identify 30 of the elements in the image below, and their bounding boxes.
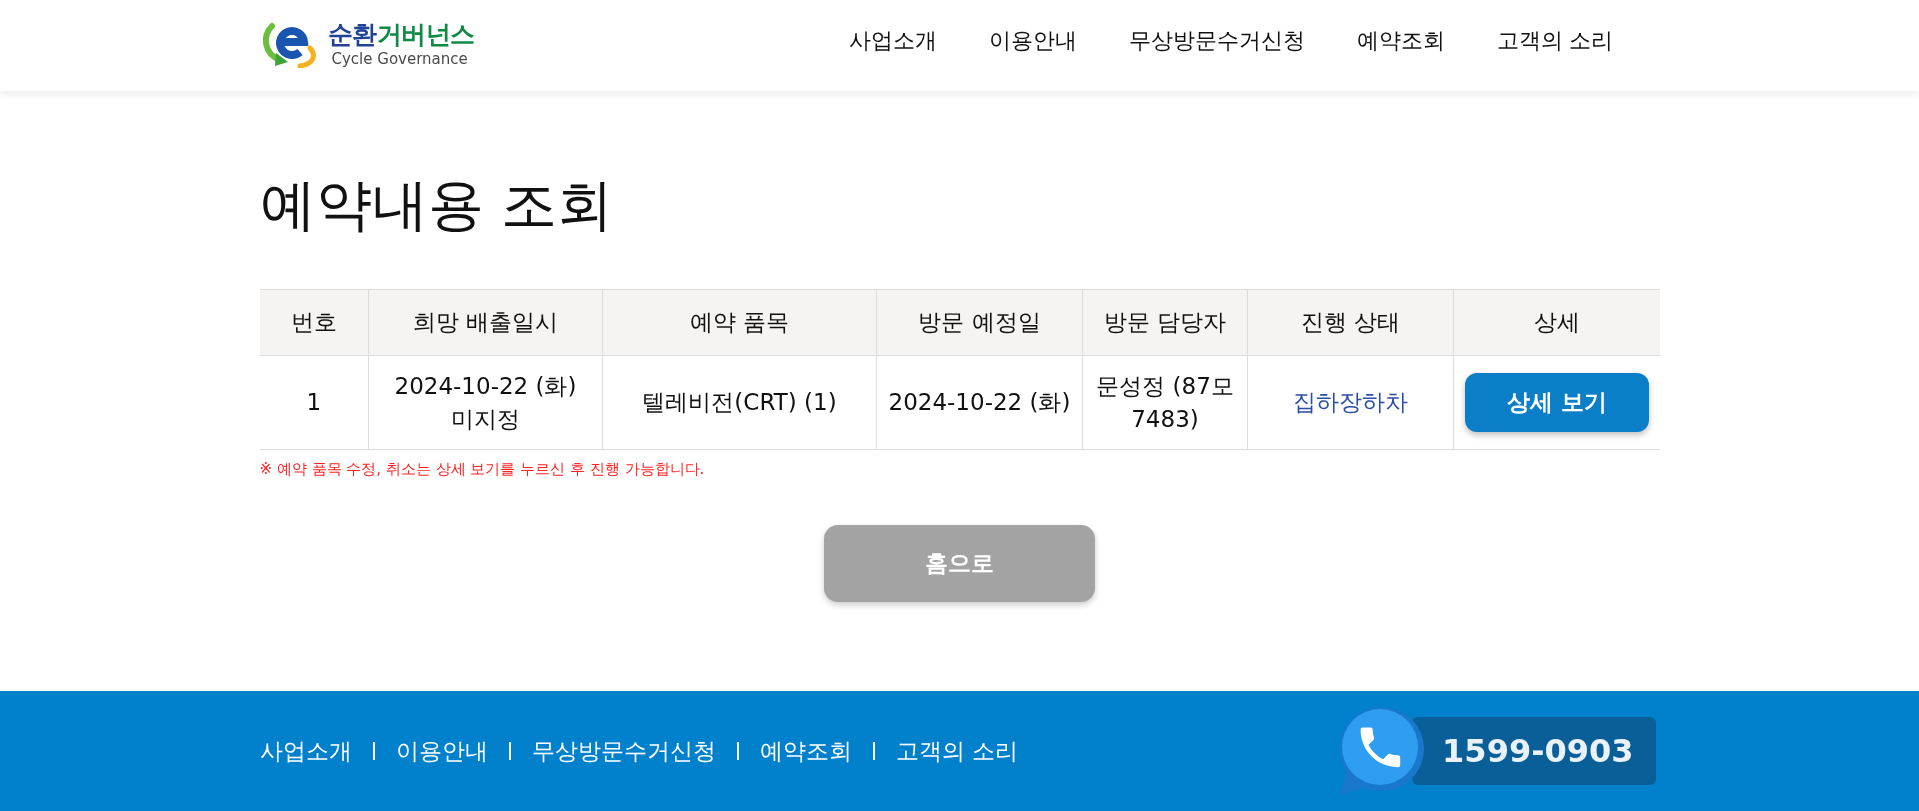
nav-link[interactable]: 고객의 소리 — [1496, 25, 1614, 56]
footer-link[interactable]: 사업소개 — [259, 735, 352, 767]
table-cell: 1 — [259, 355, 369, 450]
column-header: 상세 — [1453, 289, 1660, 356]
table-cell: 집하장하차 — [1247, 355, 1454, 450]
table-cell: 문성정 (87모 7483) — [1082, 355, 1248, 450]
logo-wordmark: 순환거버넌스 — [327, 19, 475, 50]
logo-subtitle: Cycle Governance — [331, 49, 469, 68]
page-title: 예약내용 조회 — [259, 171, 615, 238]
column-header: 번호 — [259, 289, 369, 356]
table-cell: 2024-10-22 (화) — [876, 355, 1083, 450]
column-header: 예약 품목 — [602, 289, 877, 356]
home-button[interactable]: 홈으로 — [824, 525, 1095, 602]
column-header: 희망 배출일시 — [368, 289, 603, 356]
column-header: 방문 예정일 — [876, 289, 1083, 356]
table-cell: 텔레비전(CRT) (1) — [602, 355, 877, 450]
column-header: 진행 상태 — [1247, 289, 1454, 356]
footer-link[interactable]: 무상방문수거신청 — [531, 735, 716, 767]
nav-link[interactable]: 예약조회 — [1356, 25, 1445, 56]
footer-link[interactable]: 예약조회 — [759, 735, 852, 767]
phone-number: 1599-0903 — [1412, 717, 1656, 785]
nav-link[interactable]: 무상방문수거신청 — [1128, 25, 1305, 56]
detail-button[interactable]: 상세 보기 — [1464, 373, 1649, 432]
notice-text: ※ 예약 품목 수정, 취소는 상세 보기를 누르신 후 진행 가능합니다. — [259, 459, 706, 479]
footer-link[interactable]: 이용안내 — [395, 735, 488, 767]
footer-link[interactable]: 고객의 소리 — [895, 735, 1018, 767]
table-cell: 2024-10-22 (화) 미지정 — [368, 355, 603, 450]
column-header: 방문 담당자 — [1082, 289, 1248, 356]
nav-link[interactable]: 사업소개 — [848, 25, 937, 56]
nav-link[interactable]: 이용안내 — [988, 25, 1077, 56]
